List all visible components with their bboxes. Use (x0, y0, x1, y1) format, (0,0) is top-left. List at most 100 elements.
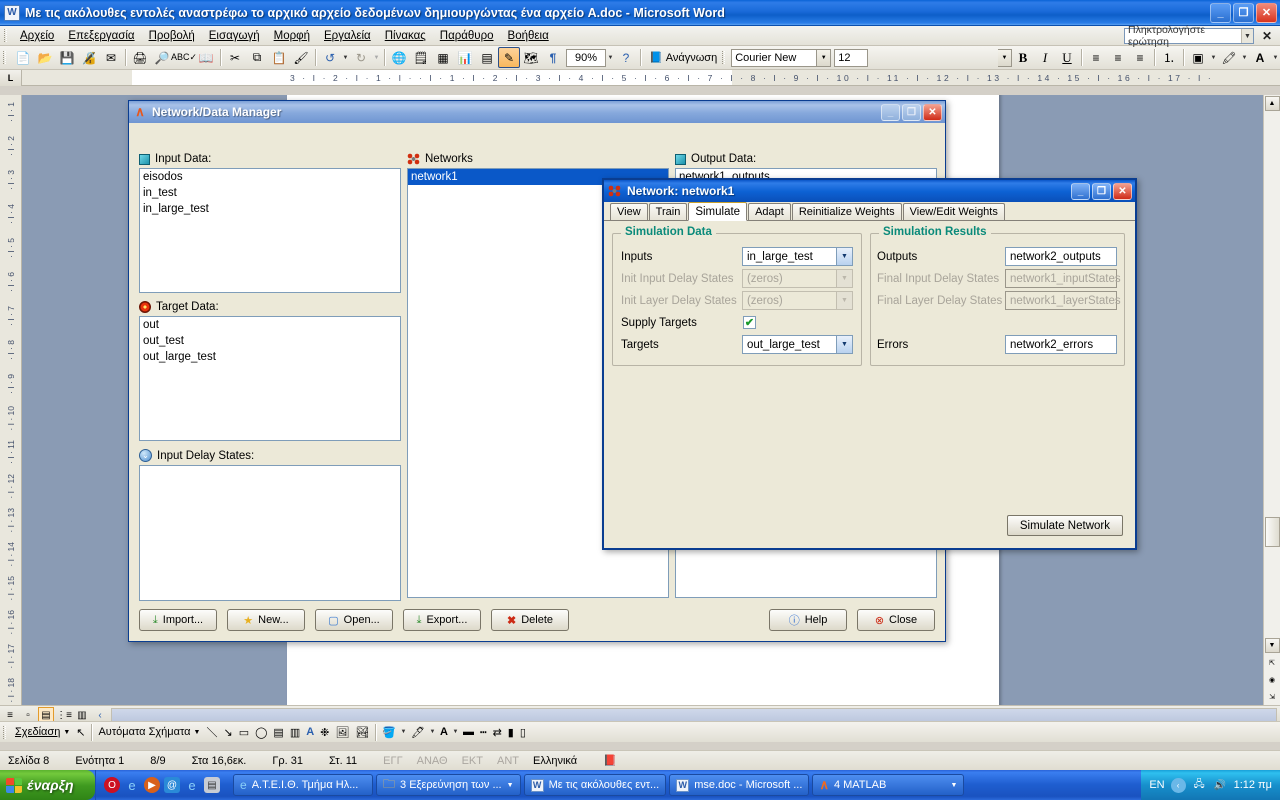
ask-a-question-input[interactable]: Πληκτρολογήστε ερώτηση ▼ (1124, 24, 1254, 48)
text-box-icon[interactable]: ▤ (270, 723, 286, 742)
font-name-input[interactable]: Courier New ▼ (731, 48, 832, 67)
font-size-dropdown-icon[interactable]: ▼ (998, 48, 1012, 67)
chevron-down-icon[interactable]: ▼ (1240, 29, 1253, 43)
font-color-dropdown-icon[interactable]: ▼ (451, 722, 460, 743)
numbered-list-icon[interactable]: ⒈ (1158, 47, 1180, 68)
new-button[interactable]: ★ New... (227, 609, 305, 631)
tables-borders-icon[interactable]: 🗒 (410, 47, 432, 68)
chevron-down-icon[interactable]: ▼ (507, 782, 514, 789)
errors-field[interactable]: network2_errors (1005, 335, 1117, 354)
network-dialog-window[interactable]: Network: network1 _ ❐ ✕ View Train Simul… (602, 178, 1137, 550)
chevron-down-icon[interactable]: ▼ (816, 49, 831, 66)
print-preview-icon[interactable]: 🔎 (151, 47, 173, 68)
reading-layout-button[interactable]: 📘 Ανάγνωση (644, 47, 722, 68)
align-center-icon[interactable]: ≡ (1107, 47, 1129, 68)
list-item[interactable]: in_test (140, 185, 400, 201)
horizontal-scroll-thumb[interactable] (112, 708, 1276, 722)
menu-help[interactable]: Βοήθεια (501, 28, 556, 44)
shadow-style-icon[interactable]: ▮ (505, 723, 517, 742)
diagram-icon[interactable]: ❉ (317, 723, 332, 742)
browser-icon[interactable]: @ (164, 777, 180, 793)
inputs-combo[interactable]: in_large_test ▼ (741, 247, 853, 266)
redo-dropdown-icon[interactable]: ▼ (372, 47, 381, 68)
line-color-icon[interactable]: 🖊 (408, 723, 428, 742)
internet-explorer-2-icon[interactable]: e (184, 777, 200, 793)
list-item[interactable]: in_large_test (140, 201, 400, 217)
internet-explorer-icon[interactable]: e (124, 777, 140, 793)
outputs-field[interactable]: network2_outputs (1005, 247, 1117, 266)
3d-style-icon[interactable]: ▯ (517, 723, 529, 742)
previous-page-button[interactable]: ⇱ (1265, 655, 1280, 670)
vertical-ruler[interactable]: · I · 1 · I · 2 · I · 3 · I · 4 · I · 5 · I ·… (0, 95, 22, 705)
list-item[interactable]: out_large_test (140, 349, 400, 365)
tab-selector-button[interactable]: L (0, 70, 22, 86)
network-dialog-close-button[interactable]: ✕ (1113, 182, 1132, 200)
menu-table[interactable]: Πίνακας (378, 28, 433, 44)
bold-button[interactable]: B (1012, 47, 1034, 68)
status-overtype[interactable]: ΑΝΤ (497, 755, 519, 767)
zoom-level-input[interactable]: 90% (566, 48, 606, 67)
ndm-minimize-button[interactable]: _ (881, 103, 900, 121)
menu-insert[interactable]: Εισαγωγή (202, 28, 267, 44)
redo-icon[interactable]: ↻ (350, 47, 372, 68)
font-color-dropdown-icon[interactable]: ▼ (1271, 47, 1280, 68)
spell-check-status-icon[interactable]: 📕 (603, 754, 617, 767)
borders-dropdown-icon[interactable]: ▼ (1209, 47, 1218, 68)
spelling-check-icon[interactable]: ABC✓ (171, 47, 197, 68)
chevron-down-icon[interactable]: ▼ (951, 782, 958, 789)
targets-combo[interactable]: out_large_test ▼ (741, 335, 853, 354)
picture-icon[interactable]: 🏞 (352, 723, 372, 742)
show-hidden-icons-icon[interactable]: ‹ (1170, 777, 1186, 793)
input-data-list[interactable]: eisodos in_test in_large_test (139, 168, 401, 293)
font-color-icon[interactable]: A (1249, 47, 1271, 68)
list-item[interactable]: eisodos (140, 169, 400, 185)
oval-icon[interactable]: ◯ (252, 723, 270, 742)
scroll-down-button[interactable]: ▼ (1264, 638, 1280, 653)
tab-view[interactable]: View (610, 203, 648, 220)
export-button[interactable]: ⤓ Export... (403, 609, 481, 631)
task-button[interactable]: e Α.Τ.Ε.Ι.Θ. Τμήμα Ηλ... (233, 774, 373, 796)
fill-color-dropdown-icon[interactable]: ▼ (399, 722, 408, 743)
list-item[interactable]: out (140, 317, 400, 333)
open-button[interactable]: ▢ Open... (315, 609, 393, 631)
horizontal-ruler[interactable]: 3 · I · 2 · I · 1 · I · · I · 1 · I · 2 … (22, 70, 1280, 85)
close-icon[interactable]: ✕ (1262, 29, 1272, 43)
italic-button[interactable]: I (1034, 47, 1056, 68)
network-dialog-maximize-button[interactable]: ❐ (1092, 182, 1111, 200)
rectangle-icon[interactable]: ▭ (236, 723, 252, 742)
network-dialog-minimize-button[interactable]: _ (1071, 182, 1090, 200)
autoshapes-menu-button[interactable]: Αυτόματα Σχήματα ▼ (95, 723, 203, 742)
copy-icon[interactable]: ⧉ (246, 47, 268, 68)
menu-edit[interactable]: Επεξεργασία (61, 28, 141, 44)
undo-dropdown-icon[interactable]: ▼ (341, 47, 350, 68)
supply-targets-checkbox[interactable]: ✔ (743, 316, 756, 329)
line-color-dropdown-icon[interactable]: ▼ (428, 722, 437, 743)
highlight-dropdown-icon[interactable]: ▼ (1240, 47, 1249, 68)
select-browse-object-button[interactable]: ◉ (1265, 672, 1280, 687)
ndm-maximize-button[interactable]: ❐ (902, 103, 921, 121)
menu-tools[interactable]: Εργαλεία (317, 28, 378, 44)
toolbar-grip-formatting[interactable] (722, 51, 726, 64)
insert-hyperlink-icon[interactable]: 🌐 (388, 47, 410, 68)
tab-adapt[interactable]: Adapt (748, 203, 791, 220)
zoom-dropdown-icon[interactable]: ▼ (606, 47, 615, 68)
clock[interactable]: 1:12 πμ (1234, 779, 1272, 791)
help-icon[interactable]: ? (615, 47, 637, 68)
underline-button[interactable]: U (1056, 47, 1078, 68)
drawing-toolbar-grip[interactable] (3, 725, 6, 739)
media-player-icon[interactable]: ▶ (144, 777, 160, 793)
tab-simulate[interactable]: Simulate (688, 202, 748, 221)
menu-window[interactable]: Παράθυρο (433, 28, 501, 44)
simulate-network-button[interactable]: Simulate Network (1006, 515, 1123, 536)
columns-icon[interactable]: ▤ (476, 47, 498, 68)
align-left-icon[interactable]: ≡ (1085, 47, 1107, 68)
permission-icon[interactable]: 🔏 (78, 47, 100, 68)
align-right-icon[interactable]: ≡ (1129, 47, 1151, 68)
word-close-button[interactable]: ✕ (1256, 2, 1277, 23)
task-button[interactable]: W Με τις ακόλουθες εντ... (523, 774, 667, 796)
tab-reinitialize-weights[interactable]: Reinitialize Weights (791, 203, 902, 220)
line-style-icon[interactable]: ▬ (460, 723, 477, 742)
start-button[interactable]: έναρξη (0, 770, 95, 800)
open-folder-icon[interactable]: 📂 (34, 47, 56, 68)
close-button[interactable]: ⊗ Close (857, 609, 935, 631)
